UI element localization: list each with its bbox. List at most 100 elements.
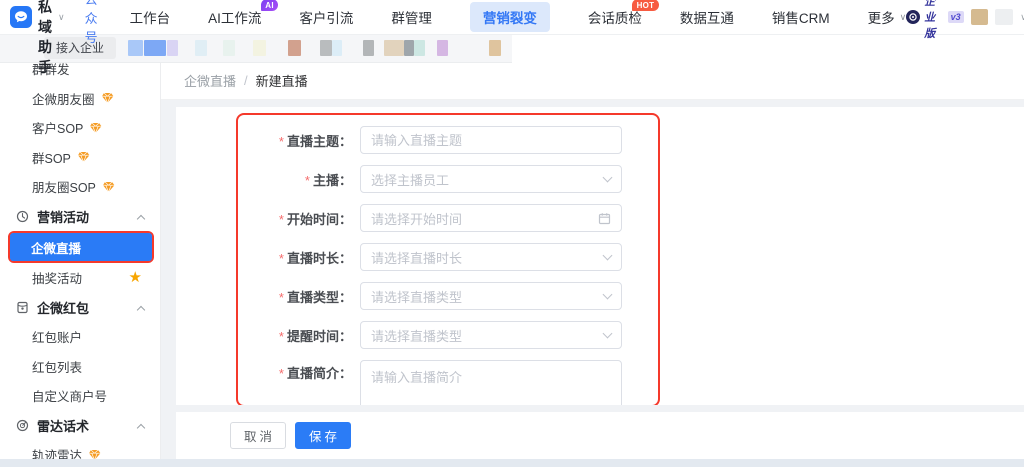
required-mark: * — [278, 366, 284, 381]
sidebar-item-11[interactable]: 自定义商户号 — [0, 381, 160, 411]
breadcrumb-parent[interactable]: 企微直播 — [184, 71, 236, 90]
brand[interactable]: 芝麻私域助手 ∨ 公众号 — [10, 0, 98, 77]
required-mark: * — [278, 133, 284, 149]
radar-icon — [16, 419, 29, 432]
form-field-0-input[interactable] — [360, 126, 622, 154]
form-row-3: * 直播时长： 请选择直播时长 — [176, 243, 1024, 271]
sidebar-section-5[interactable]: 营销活动 — [0, 202, 160, 232]
collapse-chevron-icon[interactable] — [136, 423, 146, 432]
sidebar-item-7[interactable]: 抽奖活动 ★ — [0, 263, 160, 293]
redacted-tab — [128, 40, 143, 56]
form-field-6-textarea[interactable] — [360, 360, 622, 405]
chevron-down-icon — [602, 172, 613, 183]
nav-item-8[interactable]: 更多 ∨ — [868, 7, 907, 27]
sidebar-item-4[interactable]: 朋友圈SOP — [0, 172, 160, 202]
app-title: 芝麻私域助手 — [38, 0, 52, 75]
sidebar-section-12[interactable]: 雷达话术 — [0, 411, 160, 441]
breadcrumb: 企微直播 / 新建直播 — [160, 62, 1024, 100]
placeholder-text: 请选择直播类型 — [371, 289, 463, 305]
star-icon: ★ — [128, 269, 142, 287]
sidebar-item-label: 朋友圈SOP — [32, 181, 96, 196]
cancel-button[interactable]: 取消 — [230, 422, 287, 449]
form-field-2-datepicker[interactable]: 请选择开始时间 — [360, 204, 622, 232]
form-field-4-select[interactable]: 请选择直播类型 — [360, 282, 622, 310]
redacted-tab — [253, 40, 266, 56]
nav-item-6[interactable]: 数据互通 — [680, 7, 734, 27]
brand-chevron-down-icon[interactable]: ∨ — [58, 12, 65, 23]
redacted-tab — [144, 40, 166, 56]
vip-gem-icon — [89, 122, 102, 134]
chevron-down-icon — [602, 328, 613, 339]
calendar-icon — [598, 212, 611, 225]
form-row-5: * 提醒时间： 请选择直播类型 — [176, 321, 1024, 349]
nav-item-7[interactable]: 销售CRM — [772, 7, 830, 27]
form-field-label: * 提醒时间： — [176, 326, 352, 345]
collapse-chevron-icon[interactable] — [136, 305, 146, 314]
chevron-down-icon — [602, 289, 613, 300]
sidebar-section-8[interactable]: 企微红包 — [0, 293, 160, 323]
sidebar-section-label: 企微红包 — [37, 300, 90, 316]
required-mark: * — [278, 211, 284, 227]
top-nav: 芝麻私域助手 ∨ 公众号 工作台 AI工作流AI 客户引流 群管理 营销裂变 会话质检HO… — [0, 0, 1024, 75]
bottom-strip — [0, 459, 1024, 467]
form-field-label: * 直播时长： — [176, 248, 352, 267]
placeholder-text: 请选择直播时长 — [371, 250, 463, 266]
save-button[interactable]: 保存 — [295, 422, 352, 449]
nav-item-4[interactable]: 营销裂变 — [469, 2, 550, 32]
user-name-redacted — [995, 9, 1014, 25]
nav-item-1[interactable]: AI工作流 AI — [208, 0, 279, 27]
nav-item-5[interactable]: 会话质检 HOT — [588, 0, 659, 27]
app-logo-icon — [10, 6, 32, 28]
nav-item-3[interactable]: 群管理 — [391, 7, 432, 27]
form-row-2: * 开始时间： 请选择开始时间 — [176, 204, 1024, 232]
sidebar: 群群发 企微朋友圈 客户SOP 群SOP 朋友圈SOP 营销活动 企微直播 抽奖活动 ★ 企微红包… — [0, 62, 161, 467]
redacted-tab — [489, 40, 501, 56]
edition-version-tag: v3 — [947, 11, 964, 23]
hot-badge-icon: HOT — [632, 0, 659, 11]
sidebar-item-3[interactable]: 群SOP — [0, 143, 160, 173]
nav-item-label: 营销裂变 — [469, 2, 550, 32]
form-field-label: * 直播主题： — [176, 131, 352, 150]
nav-item-label: 更多 — [867, 11, 895, 26]
sidebar-item-10[interactable]: 红包列表 — [0, 352, 160, 382]
vip-gem-icon — [101, 92, 114, 104]
sidebar-section-label: 营销活动 — [37, 209, 90, 225]
top-nav-menu: 工作台 AI工作流 AI 客户引流 群管理 营销裂变 会话质检 HOT 数据互通 销售CRM 更多 ∨ — [130, 0, 907, 34]
placeholder-text: 选择主播员工 — [371, 172, 450, 188]
form-field-3-select[interactable]: 请选择直播时长 — [360, 243, 622, 271]
placeholder-text: 请选择直播类型 — [371, 328, 463, 344]
sidebar-item-9[interactable]: 红包账户 — [0, 322, 160, 352]
redacted-tab — [332, 40, 342, 56]
sidebar-item-2[interactable]: 客户SOP — [0, 113, 160, 143]
nav-item-label: AI工作流 — [208, 11, 262, 26]
nav-item-2[interactable]: 客户引流 — [299, 7, 353, 27]
form-field-1-select[interactable]: 选择主播员工 — [360, 165, 622, 193]
nav-item-label: 销售CRM — [771, 11, 830, 26]
form-field-label: * 开始时间： — [176, 209, 352, 228]
chevron-down-icon: ∨ — [899, 11, 907, 22]
new-live-form: *直播主题：*主播：选择主播员工*开始时间：请选择开始时间*直播时长：请选择直播… — [176, 107, 1024, 405]
required-mark: * — [278, 289, 284, 305]
sidebar-item-1[interactable]: 企微朋友圈 — [0, 84, 160, 114]
form-field-label-text: 主播： — [312, 172, 352, 188]
form-field-label: * 主播： — [176, 170, 352, 189]
edition-icon — [906, 10, 921, 24]
required-mark: * — [278, 328, 284, 344]
breadcrumb-current: 新建直播 — [255, 74, 308, 89]
account-chevron-down-icon[interactable]: ∨ — [1020, 12, 1024, 23]
collapse-chevron-icon[interactable] — [136, 214, 146, 223]
form-field-label: * 直播类型： — [176, 287, 352, 306]
sidebar-item-selected[interactable]: 企微直播 — [10, 233, 152, 261]
form-field-label-text: 直播简介： — [286, 366, 352, 381]
account-type-link[interactable]: 公众号 — [85, 0, 98, 46]
top-nav-right: 企业版 v3 ∨ — [906, 0, 1024, 41]
sidebar-item-label: 企微直播 — [31, 241, 82, 256]
sidebar-item-label: 企微朋友圈 — [32, 92, 95, 107]
new-live-form-card: *直播主题：*主播：选择主播员工*开始时间：请选择开始时间*直播时长：请选择直播… — [176, 107, 1024, 405]
nav-item-label: 数据互通 — [679, 11, 734, 26]
edition-label: 企业版 — [924, 0, 936, 40]
user-avatar-redacted[interactable] — [970, 9, 989, 25]
sidebar-item-label: 红包账户 — [32, 331, 83, 346]
nav-item-0[interactable]: 工作台 — [130, 7, 171, 27]
form-field-5-select[interactable]: 请选择直播类型 — [360, 321, 622, 349]
